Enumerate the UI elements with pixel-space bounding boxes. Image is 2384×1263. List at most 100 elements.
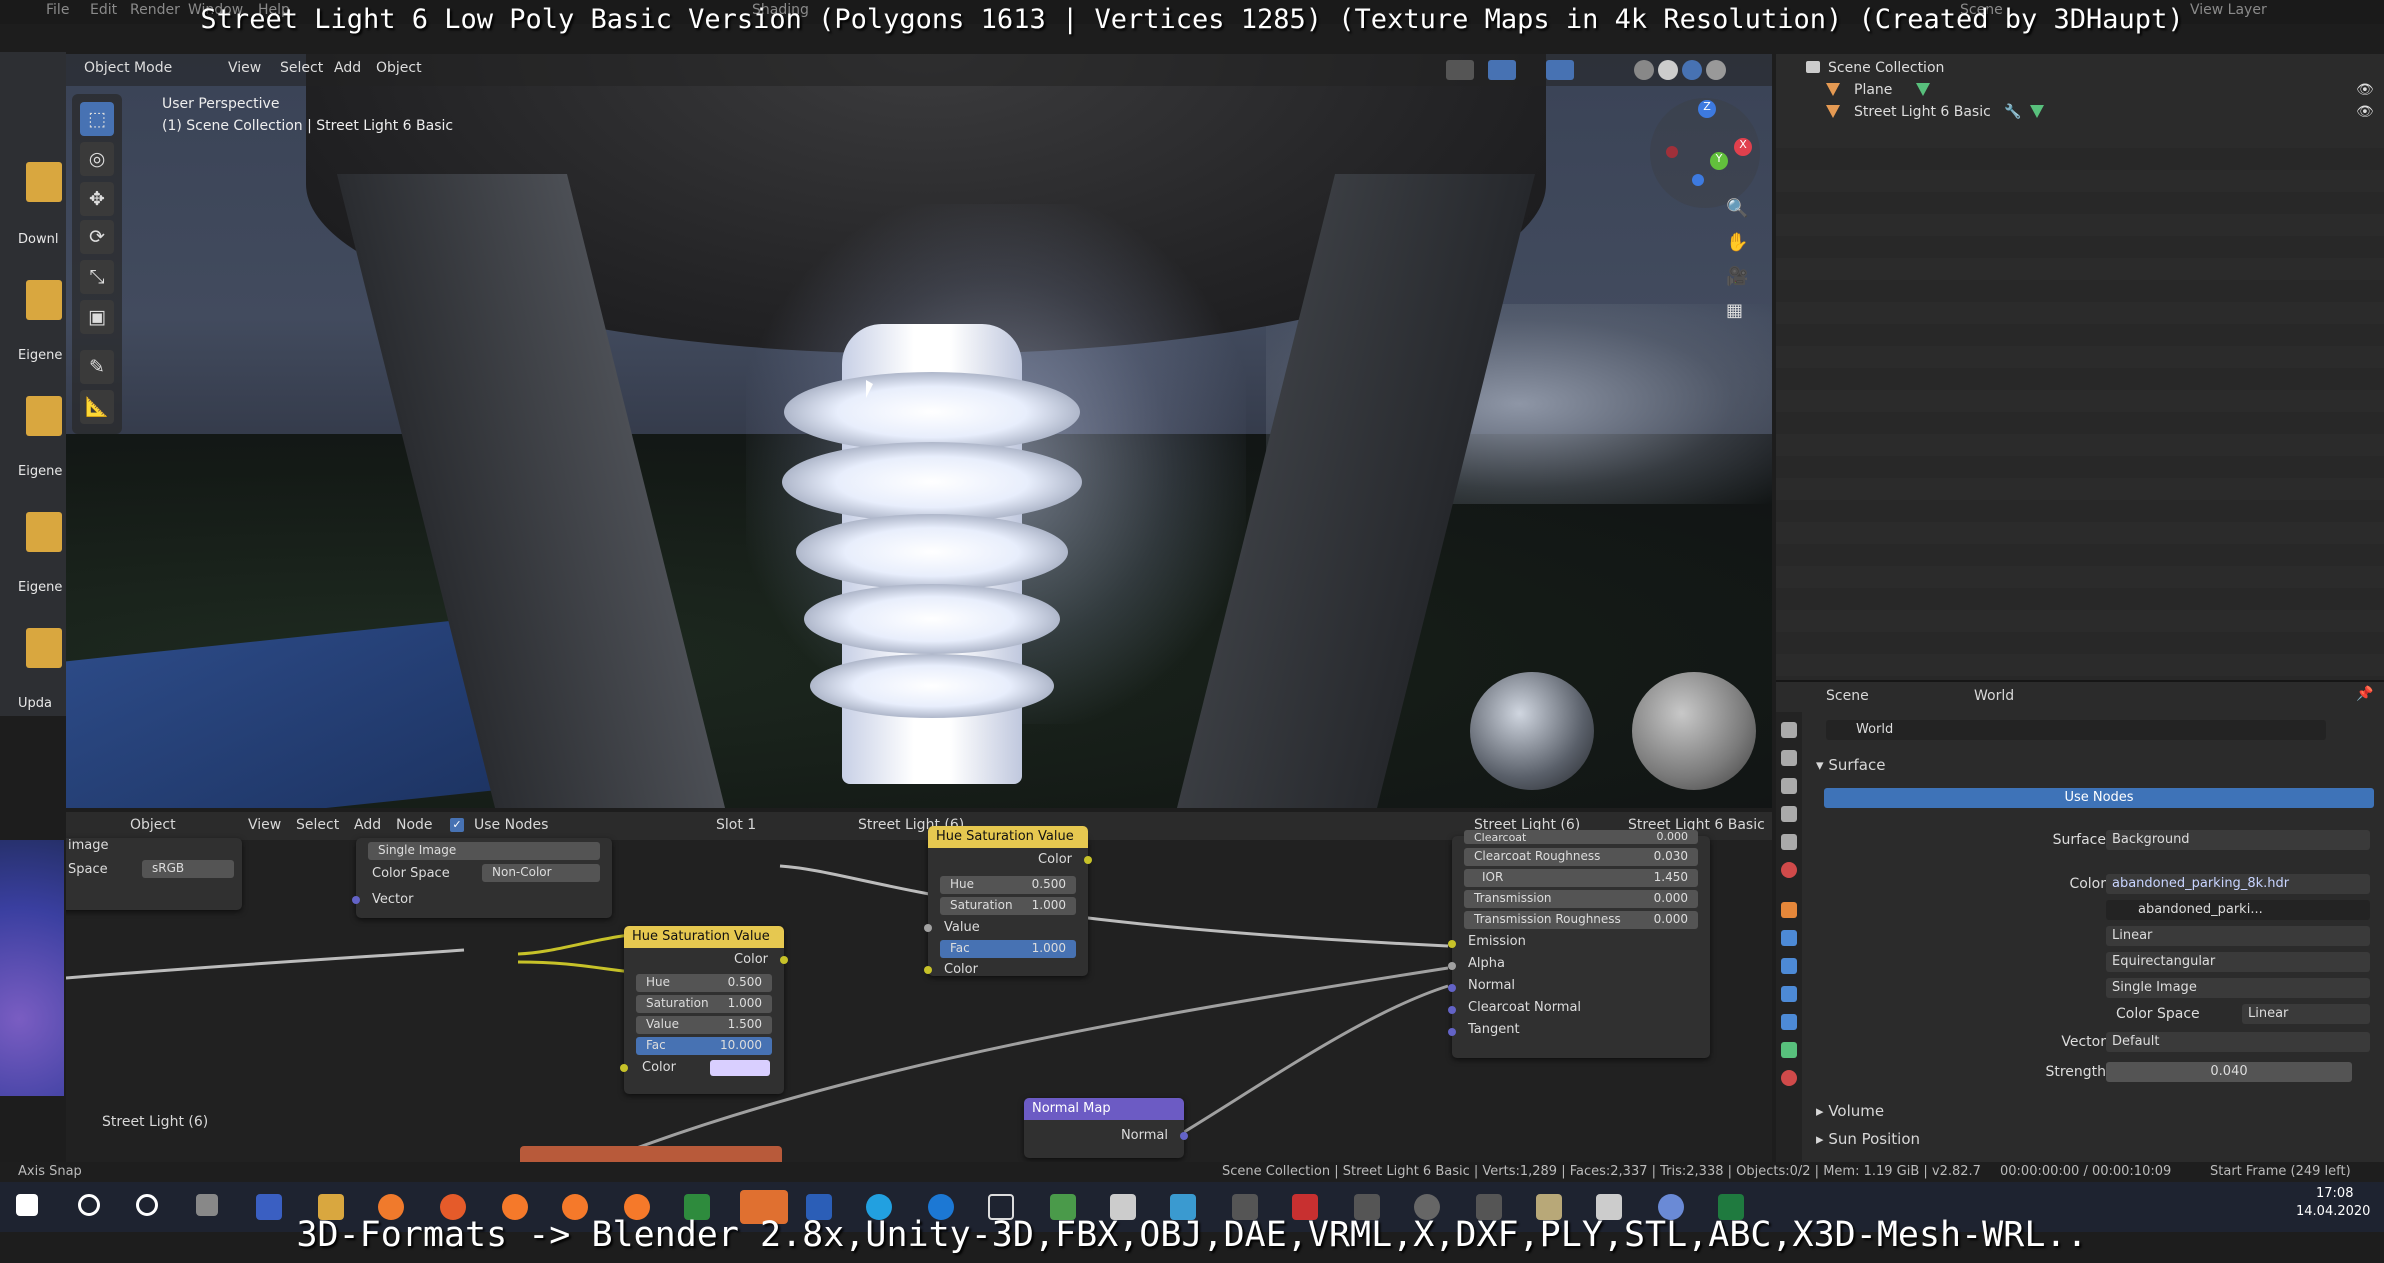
colorspace-dropdown[interactable]: sRGB <box>142 860 234 878</box>
object-mode-dropdown[interactable]: Object Mode <box>84 60 172 76</box>
transform-tool-icon[interactable]: ▣ <box>80 300 114 334</box>
color-swatch[interactable] <box>710 1060 770 1076</box>
vector-socket[interactable] <box>352 896 360 904</box>
clearcoat-normal-socket[interactable] <box>1448 1006 1456 1014</box>
frame-node-partial[interactable] <box>520 1146 782 1162</box>
node-header[interactable]: Hue Saturation Value <box>928 826 1088 848</box>
scene-tab-icon[interactable] <box>1781 834 1797 850</box>
particles-tab-icon[interactable] <box>1781 958 1797 974</box>
solid-shading-icon[interactable] <box>1658 60 1678 80</box>
folder-icon[interactable] <box>26 280 62 320</box>
view-layer-tab-icon[interactable] <box>1781 806 1797 822</box>
fac-slider[interactable]: Fac 10.000 <box>636 1037 772 1055</box>
colorspace-dropdown[interactable]: Non-Color <box>482 864 600 882</box>
value-slider[interactable]: Value 1.500 <box>636 1016 772 1034</box>
clock-time[interactable]: 17:08 <box>2316 1186 2353 1201</box>
material-shading-icon[interactable] <box>1682 60 1702 80</box>
saturation-slider[interactable]: Saturation 1.000 <box>636 995 772 1013</box>
interpolation-dropdown[interactable]: Linear <box>2106 926 2370 946</box>
fac-slider[interactable]: Fac 1.000 <box>940 940 1076 958</box>
clearcoat-slider[interactable]: Clearcoat 0.000 <box>1464 830 1698 844</box>
viewport-visibility-icon[interactable] <box>1446 60 1474 80</box>
overlay-toggle-icon[interactable] <box>1546 60 1574 80</box>
gizmo-x-axis[interactable]: X <box>1734 138 1752 156</box>
outliner-item-street-light[interactable]: Street Light 6 Basic 🔧 👁 <box>1776 102 2384 124</box>
colorspace-dropdown[interactable]: Linear <box>2242 1004 2370 1024</box>
select-box-tool-icon[interactable]: ⬚ <box>80 102 114 136</box>
gizmo-neg-x[interactable] <box>1666 146 1678 158</box>
surface-shader-field[interactable]: Background <box>2106 830 2370 850</box>
annotate-tool-icon[interactable]: ✎ <box>80 350 114 384</box>
gizmo-y-axis[interactable]: Y <box>1710 152 1728 170</box>
windows-start-icon[interactable] <box>16 1194 38 1216</box>
image-source-dropdown[interactable]: Single Image <box>368 842 600 860</box>
volume-section-header[interactable]: ▸ Volume <box>1816 1102 1884 1120</box>
image-texture-node-partial[interactable]: image Space sRGB <box>66 838 242 910</box>
projection-dropdown[interactable]: Equirectangular <box>2106 952 2370 972</box>
constraints-tab-icon[interactable] <box>1781 1014 1797 1030</box>
hue-saturation-value-node[interactable]: Hue Saturation Value Color Hue 0.500 Satu… <box>620 926 788 1094</box>
transmission-roughness-slider[interactable]: Transmission Roughness 0.000 <box>1464 911 1698 929</box>
search-icon[interactable] <box>78 1194 100 1216</box>
use-nodes-button[interactable]: Use Nodes <box>1824 788 2374 808</box>
saturation-slider[interactable]: Saturation 1.000 <box>940 897 1076 915</box>
outliner-scene-collection[interactable]: Scene Collection <box>1776 58 2384 80</box>
physics-tab-icon[interactable] <box>1781 986 1797 1002</box>
color-input-socket[interactable] <box>924 966 932 974</box>
color-wheel-partial[interactable] <box>0 840 64 1096</box>
vector-field[interactable]: Default <box>2106 1032 2370 1052</box>
viewport-menu-object[interactable]: Object <box>376 60 422 76</box>
normal-socket[interactable] <box>1448 984 1456 992</box>
alpha-socket[interactable] <box>1448 962 1456 970</box>
folder-icon[interactable] <box>26 512 62 552</box>
output-tab-icon[interactable] <box>1781 778 1797 794</box>
material-tab-icon[interactable] <box>1781 1070 1797 1086</box>
data-tab-icon[interactable] <box>1781 1042 1797 1058</box>
navigation-gizmo[interactable]: Z X Y <box>1650 98 1760 208</box>
folder-icon[interactable] <box>26 396 62 436</box>
modifier-tab-icon[interactable] <box>1781 930 1797 946</box>
color-texture-field[interactable]: abandoned_parking_8k.hdr <box>2106 874 2370 894</box>
gizmo-neg-z[interactable] <box>1692 174 1704 186</box>
node-header[interactable]: Normal Map <box>1024 1098 1184 1120</box>
normal-map-node[interactable]: Normal Map Normal <box>1024 1098 1188 1158</box>
viewport-menu-select[interactable]: Select <box>280 60 323 76</box>
sun-position-section-header[interactable]: ▸ Sun Position <box>1816 1130 1920 1148</box>
ortho-grid-icon[interactable]: ▦ <box>1726 300 1743 321</box>
gizmo-toggle-icon[interactable] <box>1488 60 1516 80</box>
value-input-socket[interactable] <box>924 924 932 932</box>
ior-slider[interactable]: IOR 1.450 <box>1464 869 1698 887</box>
hue-slider[interactable]: Hue 0.500 <box>940 876 1076 894</box>
viewport-menu-view[interactable]: View <box>228 60 261 76</box>
camera-view-icon[interactable]: 🎥 <box>1726 266 1748 287</box>
strength-slider[interactable]: 0.040 <box>2106 1062 2352 1082</box>
viewport-menu-add[interactable]: Add <box>334 60 361 76</box>
pan-hand-icon[interactable]: ✋ <box>1726 232 1748 253</box>
color-output-socket[interactable] <box>780 956 788 964</box>
rendered-shading-icon[interactable] <box>1706 60 1726 80</box>
world-datablock-field[interactable]: World <box>1826 720 2326 740</box>
hue-saturation-value-node-2[interactable]: Hue Saturation Value Color Hue 0.500 Satu… <box>924 826 1092 977</box>
shader-node-editor[interactable]: Object View Select Add Node ✓ Use Nodes … <box>66 812 1772 1162</box>
object-tab-icon[interactable] <box>1781 902 1797 918</box>
3d-viewport[interactable]: Object Mode View Select Add Object ⬚ ◎ ✥… <box>66 54 1772 808</box>
normal-output-socket[interactable] <box>1180 1132 1188 1140</box>
node-header[interactable]: Hue Saturation Value <box>624 926 784 948</box>
hue-slider[interactable]: Hue 0.500 <box>636 974 772 992</box>
surface-section-header[interactable]: ▾ Surface <box>1816 756 1885 774</box>
folder-icon[interactable] <box>26 628 62 668</box>
pin-icon[interactable]: 📌 <box>2356 686 2373 702</box>
task-view-icon[interactable] <box>196 1194 218 1216</box>
cortana-icon[interactable] <box>136 1194 158 1216</box>
tangent-socket[interactable] <box>1448 1028 1456 1036</box>
cursor-tool-icon[interactable]: ◎ <box>80 142 114 176</box>
visibility-eye-icon[interactable]: 👁 <box>2356 104 2374 120</box>
tool-tab-icon[interactable] <box>1781 722 1797 738</box>
image-source-dropdown[interactable]: Single Image <box>2106 978 2370 998</box>
transmission-slider[interactable]: Transmission 0.000 <box>1464 890 1698 908</box>
color-input-socket[interactable] <box>620 1064 628 1072</box>
outliner-item-plane[interactable]: Plane 👁 <box>1776 80 2384 102</box>
zoom-icon[interactable]: 🔍 <box>1726 198 1748 219</box>
measure-tool-icon[interactable]: 📐 <box>80 390 114 424</box>
emission-socket[interactable] <box>1448 940 1456 948</box>
